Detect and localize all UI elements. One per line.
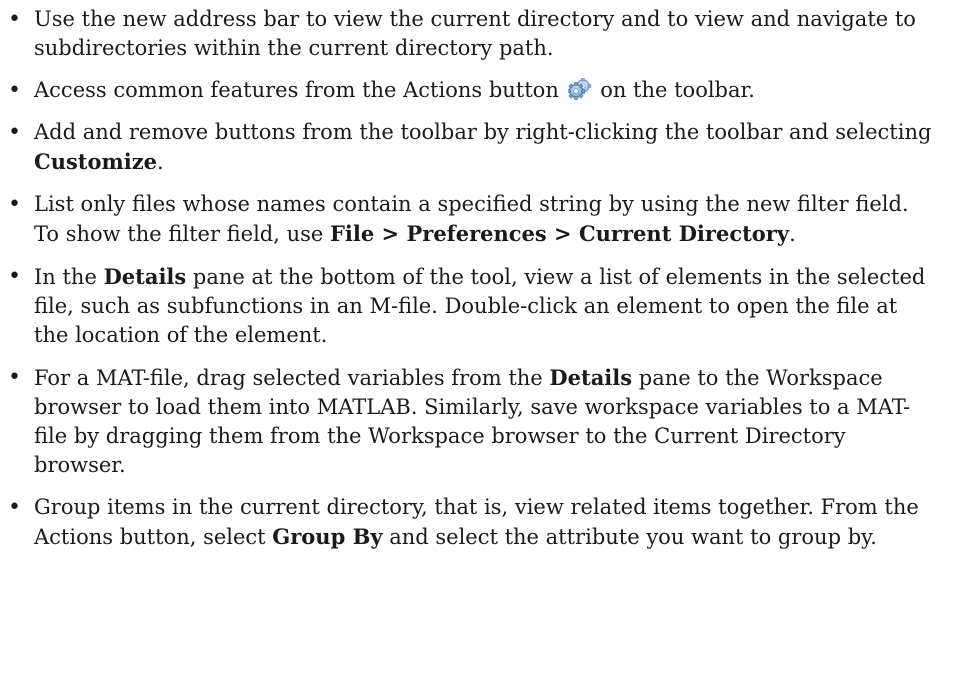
- bullet: •: [8, 7, 21, 32]
- feature-list: • Use the new address bar to view the cu…: [0, 5, 960, 552]
- list-item-text: Add and remove buttons from the toolbar …: [34, 120, 932, 144]
- term-details: Details: [549, 365, 633, 390]
- list-item-filter-field: • List only files whose names contain a …: [0, 190, 934, 249]
- list-item-details-pane: • In the Details pane at the bottom of t…: [0, 262, 934, 350]
- list-item-address-bar: • Use the new address bar to view the cu…: [0, 5, 934, 63]
- gear-icon: [566, 77, 592, 100]
- menu-term-group-by: Group By: [272, 524, 383, 549]
- list-item-text: Access common features from the Actions …: [34, 78, 566, 102]
- term-details: Details: [103, 264, 187, 289]
- list-item-actions-button: • Access common features from the Action…: [0, 76, 934, 105]
- bullet: •: [8, 264, 21, 289]
- bullet: •: [8, 78, 21, 103]
- document-body: • Use the new address bar to view the cu…: [0, 0, 960, 565]
- list-item-text: .: [157, 150, 164, 174]
- list-item-text: and select the attribute you want to gro…: [382, 525, 877, 549]
- bullet: •: [8, 495, 21, 520]
- list-item-text: Use the new address bar to view the curr…: [34, 7, 916, 60]
- bullet: •: [8, 120, 21, 145]
- bullet: •: [8, 365, 21, 390]
- menu-path-preferences: File > Preferences > Current Directory: [330, 221, 790, 246]
- list-item-text: .: [789, 222, 796, 246]
- bullet: •: [8, 192, 21, 217]
- menu-term-customize: Customize: [34, 149, 157, 174]
- list-item-text: on the toolbar.: [593, 78, 755, 102]
- list-item-text: For a MAT-file, drag selected variables …: [34, 366, 550, 390]
- list-item-text: In the: [34, 265, 104, 289]
- list-item-group-items: • Group items in the current directory, …: [0, 493, 934, 552]
- list-item-customize-toolbar: • Add and remove buttons from the toolba…: [0, 118, 934, 177]
- list-item-mat-file: • For a MAT-file, drag selected variable…: [0, 363, 934, 480]
